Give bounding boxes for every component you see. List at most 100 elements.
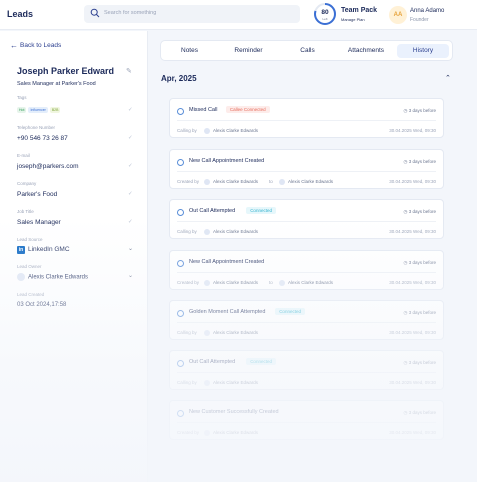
lead-title: Sales Manager at Parker's Food <box>17 81 96 87</box>
history-actor: Alexis Clarke Edwards <box>204 128 258 134</box>
tag-chip[interactable]: Influencer <box>28 107 48 113</box>
jobtitle-value[interactable]: Sales Manager <box>17 219 61 226</box>
tag-chip[interactable]: B2B <box>49 107 61 113</box>
search-input[interactable]: Search for something <box>84 5 300 23</box>
history-time: ◷ 3 days before <box>404 410 436 416</box>
actor-name: Alexis Clarke Edwards <box>213 128 259 134</box>
source-value: LinkedIn GMC <box>28 246 70 253</box>
back-label: Back to Leads <box>20 42 62 49</box>
call-icon <box>177 108 184 115</box>
top-bar: Leads Search for something 80 Left Team … <box>0 0 477 30</box>
credits-gauge[interactable]: 80 Left <box>313 2 337 26</box>
history-card[interactable]: New Call Appointment Created ◷ 3 days bef… <box>169 149 444 189</box>
history-actor: Alexis Clarke Edwards <box>204 229 258 235</box>
created-value: 03 Oct 2024,17:58 <box>17 302 67 308</box>
actor-name: Alexis Clarke Edwards <box>213 229 259 235</box>
actor-name: Alexis Clarke Edwards <box>213 430 259 436</box>
email-label: E-mail <box>17 153 30 158</box>
back-to-leads-link[interactable]: ← Back to Leads <box>10 41 61 50</box>
history-title: New Customer Successfully Created <box>189 409 279 415</box>
search-icon <box>90 8 100 18</box>
history-card[interactable]: Golden Moment Call Attempted Connected ◷ 3… <box>169 300 444 340</box>
actor-avatar <box>204 380 210 386</box>
history-title: Out Call Attempted <box>189 359 236 365</box>
gauge-value: 80 <box>321 9 329 16</box>
gauge-unit: Left <box>322 17 328 21</box>
avatar[interactable]: AA <box>389 6 407 24</box>
email-value[interactable]: joseph@parkers.com <box>17 163 79 170</box>
actor-name: Alexis Clarke Edwards <box>213 280 259 286</box>
history-target: Alexis Clarke Edwards <box>279 179 333 185</box>
tab-history[interactable]: History <box>397 44 449 58</box>
history-title: Out Call Attempted <box>189 208 236 214</box>
source-select[interactable]: in LinkedIn GMC <box>17 246 70 254</box>
divider <box>177 422 436 423</box>
history-title: New Call Appointment Created <box>189 158 265 164</box>
chevron-down-icon[interactable]: ⌄ <box>128 245 133 252</box>
check-icon: ✓ <box>128 219 133 225</box>
history-actor: Alexis Clarke Edwards <box>204 280 258 286</box>
plan-title: Team Pack <box>341 7 378 14</box>
owner-select[interactable]: Alexis Clarke Edwards <box>17 273 88 281</box>
actor-name: Alexis Clarke Edwards <box>213 380 259 386</box>
history-card[interactable]: New Customer Successfully Created ◷ 3 day… <box>169 400 444 440</box>
check-icon: ✓ <box>128 135 133 141</box>
time-text: 3 days before <box>408 260 436 265</box>
tags-label: Tags <box>17 95 27 100</box>
company-label: Company <box>17 181 37 186</box>
history-card[interactable]: Out Call Attempted Connected ◷ 3 days befo… <box>169 350 444 390</box>
history-time: ◷ 3 days before <box>404 209 436 215</box>
company-value[interactable]: Parker's Food <box>17 191 57 198</box>
month-heading: Apr, 2025 <box>161 74 197 83</box>
linkedin-icon: in <box>17 246 25 254</box>
history-date: 30.04.2025 Wed, 09:30 <box>389 128 436 133</box>
status-badge: Connected <box>246 358 276 365</box>
actor-avatar <box>204 229 210 235</box>
history-card[interactable]: New Call Appointment Created ◷ 3 days bef… <box>169 250 444 290</box>
owner-avatar <box>17 273 25 281</box>
actor-name: Alexis Clarke Edwards <box>213 179 259 185</box>
manage-plan-link[interactable]: Manage Plan <box>341 17 365 22</box>
actor-avatar <box>204 430 210 436</box>
chevron-down-icon[interactable]: ⌄ <box>128 272 133 279</box>
edit-icon[interactable]: ✎ <box>126 67 132 75</box>
tag-chip[interactable]: Hot <box>17 107 27 113</box>
source-label: Lead Source <box>17 237 43 242</box>
history-to-label: to <box>269 179 273 184</box>
tab-reminder[interactable]: Reminder <box>224 44 273 58</box>
time-text: 3 days before <box>408 209 436 214</box>
history-card[interactable]: Out Call Attempted Connected ◷ 3 days befo… <box>169 199 444 239</box>
history-time: ◷ 3 days before <box>404 310 436 316</box>
tab-notes[interactable]: Notes <box>165 44 214 58</box>
call-icon <box>177 410 184 417</box>
call-icon <box>177 260 184 267</box>
tab-attachments[interactable]: Attachments <box>339 44 393 58</box>
user-role: Founder <box>410 17 429 23</box>
user-name: Anna Adamo <box>410 8 445 14</box>
history-date: 30.04.2025 Wed, 09:30 <box>389 280 436 285</box>
history-by-label: Created by <box>177 280 200 285</box>
call-icon <box>177 209 184 216</box>
history-actor: Alexis Clarke Edwards <box>204 330 258 336</box>
chevron-up-icon[interactable]: ⌃ <box>445 74 451 82</box>
phone-value[interactable]: +90 546 73 26 87 <box>17 135 68 142</box>
history-date: 30.04.2025 Wed, 09:30 <box>389 330 436 335</box>
status-badge: Callee Connected <box>225 106 270 113</box>
detail-tabs: Notes Reminder Calls Attachments History <box>160 40 453 61</box>
tab-calls[interactable]: Calls <box>283 44 332 58</box>
divider <box>177 372 436 373</box>
history-card[interactable]: Missed Call Callee Connected ◷ 3 days befo… <box>169 98 444 138</box>
target-avatar <box>279 280 285 286</box>
actor-name: Alexis Clarke Edwards <box>213 330 259 336</box>
status-badge: Connected <box>246 207 276 214</box>
history-by-label: Created by <box>177 179 200 184</box>
page-title: Leads <box>7 9 34 19</box>
target-name: Alexis Clarke Edwards <box>288 179 334 185</box>
created-label: Lead Created <box>17 292 45 297</box>
history-actor: Alexis Clarke Edwards <box>204 430 258 436</box>
history-date: 30.04.2025 Wed, 09:30 <box>389 229 436 234</box>
history-by-label: Created by <box>177 430 200 435</box>
divider <box>177 272 436 273</box>
tag-list: Hot Influencer B2B <box>17 107 61 113</box>
call-icon <box>177 159 184 166</box>
